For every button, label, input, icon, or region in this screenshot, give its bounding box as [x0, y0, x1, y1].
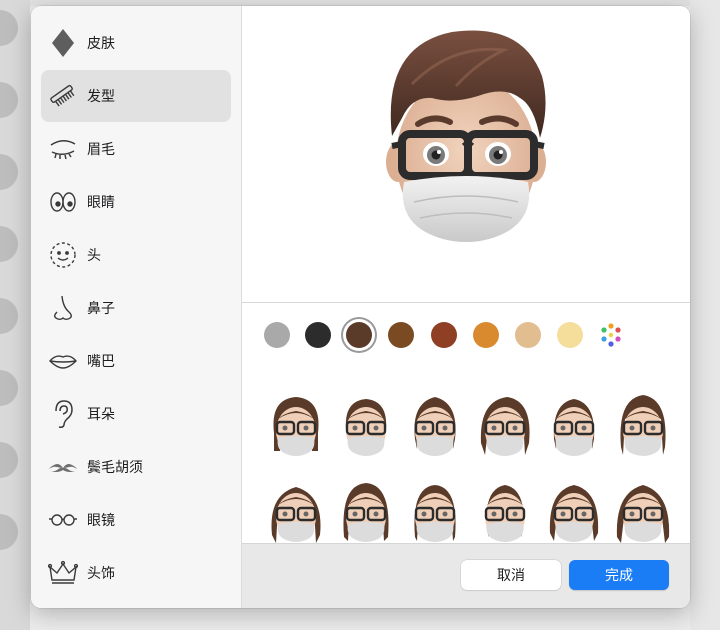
sidebar-item-label: 眼睛: [87, 195, 115, 211]
skin-diamond-icon: [47, 27, 79, 59]
hair-color-swatch-orange[interactable]: [473, 322, 499, 348]
sidebar-item-head[interactable]: 头: [41, 229, 231, 281]
background-avatar: [0, 226, 18, 262]
background-avatar: [0, 298, 18, 334]
sidebar-item-eyes[interactable]: 眼睛: [41, 176, 231, 228]
more-colors-button[interactable]: [598, 322, 624, 348]
hair-color-swatch-brown[interactable]: [388, 322, 414, 348]
sidebar-item-label: 嘴巴: [87, 354, 115, 370]
sidebar-item-label: 发型: [87, 89, 115, 105]
hairstyle-option[interactable]: [403, 389, 467, 459]
color-palette-icon: [601, 323, 621, 347]
eyes-icon: [47, 186, 79, 218]
sidebar-item-ears[interactable]: 耳朵: [41, 388, 231, 440]
hairstyle-option[interactable]: [473, 389, 537, 459]
hairstyle-option[interactable]: [473, 475, 537, 543]
sidebar-item-eyebrows[interactable]: 眉毛: [41, 123, 231, 175]
background-avatar: [0, 82, 18, 118]
sidebar-item-label: 眉毛: [87, 142, 115, 158]
mustache-icon: [47, 451, 79, 483]
memoji-editor-sheet: 皮肤 发型 眉毛 眼睛 头 鼻子 嘴巴 耳朵 鬓毛胡须 眼镜 头饰 取消 完成: [31, 6, 690, 608]
comb-icon: [47, 80, 79, 112]
sidebar-item-label: 鼻子: [87, 301, 115, 317]
hair-color-picker: [242, 303, 690, 371]
hairstyle-option[interactable]: [542, 475, 606, 543]
eyebrow-icon: [47, 133, 79, 165]
mouth-icon: [47, 345, 79, 377]
hairstyle-option[interactable]: [264, 389, 328, 459]
sidebar-item-label: 耳朵: [87, 407, 115, 423]
nose-icon: [47, 292, 79, 324]
sidebar-item-eyewear[interactable]: 眼镜: [41, 494, 231, 546]
sidebar-item-hairstyle[interactable]: 发型: [41, 70, 231, 122]
hair-color-swatch-tan[interactable]: [515, 322, 541, 348]
ear-icon: [47, 398, 79, 430]
hair-color-swatch-dark-brown[interactable]: [346, 322, 372, 348]
memoji-preview: [242, 6, 690, 303]
background-avatar: [0, 442, 18, 478]
hairstyle-option[interactable]: [334, 389, 398, 459]
feature-sidebar: 皮肤 发型 眉毛 眼睛 头 鼻子 嘴巴 耳朵 鬓毛胡须 眼镜 头饰: [31, 6, 242, 608]
sidebar-item-skin[interactable]: 皮肤: [41, 17, 231, 69]
sidebar-item-nose[interactable]: 鼻子: [41, 282, 231, 334]
hairstyle-option[interactable]: [334, 475, 398, 543]
sidebar-item-mouth[interactable]: 嘴巴: [41, 335, 231, 387]
hairstyle-option[interactable]: [264, 475, 328, 543]
sidebar-item-label: 头饰: [87, 566, 115, 582]
background-contacts-list: [0, 0, 30, 630]
sidebar-item-label: 皮肤: [87, 36, 115, 52]
hairstyle-option[interactable]: [403, 475, 467, 543]
background-avatar: [0, 10, 18, 46]
sidebar-item-label: 眼镜: [87, 513, 115, 529]
sidebar-item-facial-hair[interactable]: 鬓毛胡须: [41, 441, 231, 493]
done-button[interactable]: 完成: [569, 560, 669, 590]
sidebar-item-label: 头: [87, 248, 101, 264]
background-avatar: [0, 514, 18, 550]
cancel-button[interactable]: 取消: [461, 560, 561, 590]
memoji-avatar-image: [386, 30, 546, 242]
hair-color-swatch-auburn[interactable]: [431, 322, 457, 348]
background-right-edge: [690, 0, 720, 630]
background-avatar: [0, 370, 18, 406]
hairstyle-option[interactable]: [542, 389, 606, 459]
hair-color-swatch-black[interactable]: [305, 322, 331, 348]
hair-color-swatch-gray[interactable]: [264, 322, 290, 348]
hairstyle-option[interactable]: [611, 389, 675, 459]
hair-color-swatch-blonde[interactable]: [557, 322, 583, 348]
hairstyle-grid: [242, 371, 690, 543]
glasses-icon: [47, 504, 79, 536]
sheet-footer: 取消 完成: [242, 543, 690, 608]
sidebar-item-headwear[interactable]: 头饰: [41, 547, 231, 599]
head-icon: [47, 239, 79, 271]
background-avatar: [0, 154, 18, 190]
hairstyle-option[interactable]: [611, 475, 675, 543]
crown-icon: [47, 557, 79, 589]
sidebar-item-label: 鬓毛胡须: [87, 460, 143, 476]
